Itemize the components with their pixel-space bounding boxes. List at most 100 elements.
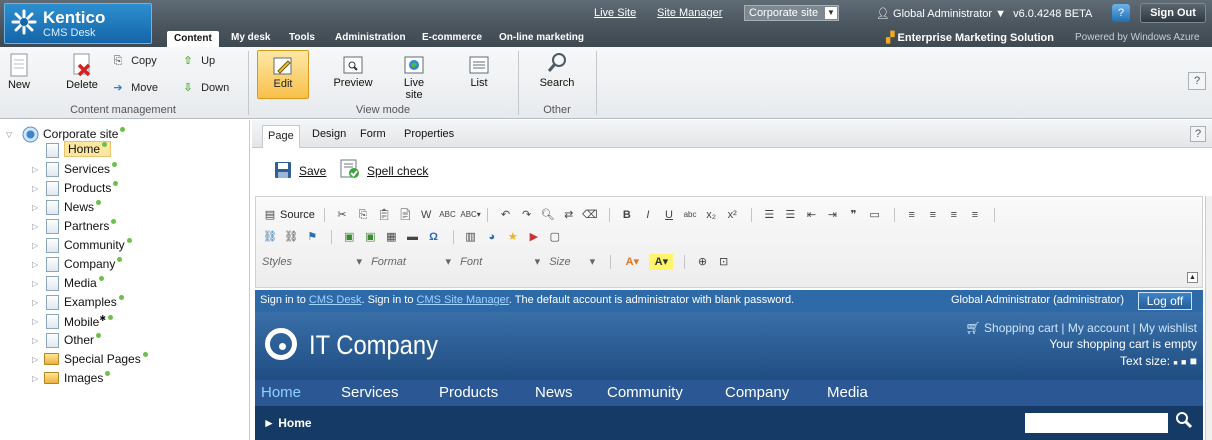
live-site-link[interactable]: Live Site: [594, 7, 636, 19]
align-right-icon[interactable]: ≡: [946, 207, 962, 223]
tree-item[interactable]: ▷ Images: [4, 370, 244, 387]
undo-icon[interactable]: ↶: [497, 207, 513, 223]
expand-icon[interactable]: ▷: [32, 222, 40, 231]
strikethrough-icon[interactable]: abc: [682, 207, 698, 223]
styles-combo[interactable]: Styles ▾: [262, 253, 362, 271]
spellcheck-icon[interactable]: ABC: [439, 207, 455, 223]
live-site-button[interactable]: Live site: [394, 55, 434, 101]
tree-item[interactable]: ▷ Company: [4, 256, 244, 273]
tree-root[interactable]: ▽ Corporate site: [6, 126, 246, 143]
save-link[interactable]: Save: [299, 164, 326, 178]
maximize-icon[interactable]: ⊕: [695, 254, 711, 270]
expand-icon[interactable]: ▷: [32, 317, 40, 326]
list-button[interactable]: List: [465, 55, 493, 89]
collapse-toolbar-icon[interactable]: ▲: [1187, 272, 1198, 283]
tab-online-marketing[interactable]: On-line marketing: [499, 32, 584, 47]
insert-media-icon[interactable]: ◕: [484, 229, 500, 245]
delete-button[interactable]: Delete: [62, 53, 102, 91]
source-button[interactable]: ▤ Source: [262, 209, 315, 221]
text-size-large-icon[interactable]: ■: [1190, 354, 1197, 368]
underline-icon[interactable]: U: [661, 207, 677, 223]
copy-button[interactable]: ⎘ Copy: [110, 53, 157, 69]
unlink-icon[interactable]: ⛓: [283, 229, 299, 245]
tree-item[interactable]: ▷ Services: [4, 161, 244, 178]
blockquote-icon[interactable]: ❞: [846, 207, 862, 223]
site-nav-item[interactable]: Products: [439, 384, 498, 401]
bulleted-list-icon[interactable]: ☰: [782, 207, 798, 223]
paste-text-icon[interactable]: 📄︎: [397, 207, 413, 223]
save-icon[interactable]: [274, 161, 292, 179]
replace-icon[interactable]: ⇄: [561, 207, 577, 223]
find-icon[interactable]: 🔍︎: [540, 207, 556, 223]
paste-word-icon[interactable]: W: [418, 207, 434, 223]
subtab-design[interactable]: Design: [312, 128, 346, 140]
font-combo[interactable]: Font ▾: [460, 253, 540, 271]
new-button[interactable]: New: [4, 53, 34, 91]
table-icon[interactable]: ▦: [383, 229, 399, 245]
cut-icon[interactable]: ✂: [334, 207, 350, 223]
expand-icon[interactable]: ▷: [32, 165, 40, 174]
site-select[interactable]: Corporate site ▼: [744, 5, 839, 21]
text-size-small-icon[interactable]: ■: [1173, 360, 1177, 367]
expand-icon[interactable]: ▷: [32, 355, 40, 364]
tree-item[interactable]: ▷ Partners: [4, 218, 244, 235]
site-search-input[interactable]: [1025, 413, 1168, 433]
text-size-medium-icon[interactable]: ■: [1181, 357, 1186, 367]
subtab-form[interactable]: Form: [360, 128, 386, 140]
vertical-scrollbar[interactable]: [1205, 196, 1212, 440]
tab-tools[interactable]: Tools: [289, 32, 315, 47]
site-name[interactable]: IT Company: [309, 330, 438, 361]
star-icon[interactable]: ★: [505, 229, 521, 245]
remove-format-icon[interactable]: ⌫: [582, 207, 598, 223]
justify-icon[interactable]: ≡: [967, 207, 983, 223]
tree-item[interactable]: ▷ News: [4, 199, 244, 216]
redo-icon[interactable]: ↷: [519, 207, 535, 223]
edit-help-icon[interactable]: ?: [1190, 126, 1206, 142]
spellcheck-as-you-type-icon[interactable]: ABC▾: [460, 207, 480, 223]
subtab-page[interactable]: Page: [262, 125, 300, 148]
up-button[interactable]: ⇧ Up: [180, 53, 215, 69]
user-menu[interactable]: 👤︎ Global Administrator ▼ v6.0.4248 BETA: [876, 7, 1092, 20]
tree-item[interactable]: ▷ Products: [4, 180, 244, 197]
help-icon[interactable]: ?: [1112, 4, 1130, 22]
tab-administration[interactable]: Administration: [335, 32, 406, 47]
tree-item[interactable]: Home: [4, 141, 244, 159]
sign-out-button[interactable]: Sign Out: [1140, 3, 1206, 23]
log-off-button[interactable]: Log off: [1138, 292, 1192, 310]
show-blocks-icon[interactable]: ⊡: [716, 254, 732, 270]
site-logo-icon[interactable]: [265, 328, 297, 360]
inline-control-icon[interactable]: ▢: [547, 229, 563, 245]
expand-icon[interactable]: ▷: [32, 260, 40, 269]
format-combo[interactable]: Format ▾: [371, 253, 451, 271]
div-icon[interactable]: ▭: [867, 207, 883, 223]
preview-button[interactable]: Preview: [330, 55, 376, 89]
anchor-icon[interactable]: ⚑: [304, 229, 320, 245]
search-button[interactable]: Search: [537, 51, 577, 89]
quick-image-icon[interactable]: ▣: [362, 229, 378, 245]
edit-button[interactable]: Edit: [257, 50, 309, 99]
ribbon-help-icon[interactable]: ?: [1188, 72, 1206, 90]
site-account-links[interactable]: 🛒︎ Shopping cart | My account | My wishl…: [965, 321, 1197, 335]
align-center-icon[interactable]: ≡: [925, 207, 941, 223]
italic-icon[interactable]: I: [640, 207, 656, 223]
expand-icon[interactable]: ▷: [32, 203, 40, 212]
tab-my-desk[interactable]: My desk: [231, 32, 270, 47]
expand-icon[interactable]: ▷: [32, 241, 40, 250]
site-manager-link[interactable]: Site Manager: [657, 7, 722, 19]
superscript-icon[interactable]: x²: [724, 207, 740, 223]
expand-icon[interactable]: ▷: [32, 184, 40, 193]
bold-icon[interactable]: B: [619, 207, 635, 223]
search-icon[interactable]: [1175, 411, 1193, 429]
tree-item[interactable]: ▷ Other: [4, 332, 244, 349]
site-nav-item[interactable]: Media: [827, 384, 868, 401]
outdent-icon[interactable]: ⇤: [803, 207, 819, 223]
copy-icon[interactable]: ⎘: [355, 207, 371, 223]
tree-item[interactable]: ▷ Media: [4, 275, 244, 292]
expand-icon[interactable]: ▷: [32, 298, 40, 307]
kentico-logo[interactable]: Kentico CMS Desk: [4, 3, 152, 44]
youtube-icon[interactable]: ▶: [526, 229, 542, 245]
size-combo[interactable]: Size ▾: [549, 253, 595, 271]
site-nav-item[interactable]: Company: [725, 384, 789, 401]
cms-desk-link[interactable]: CMS Desk: [309, 294, 362, 306]
subtab-properties[interactable]: Properties: [404, 128, 454, 140]
